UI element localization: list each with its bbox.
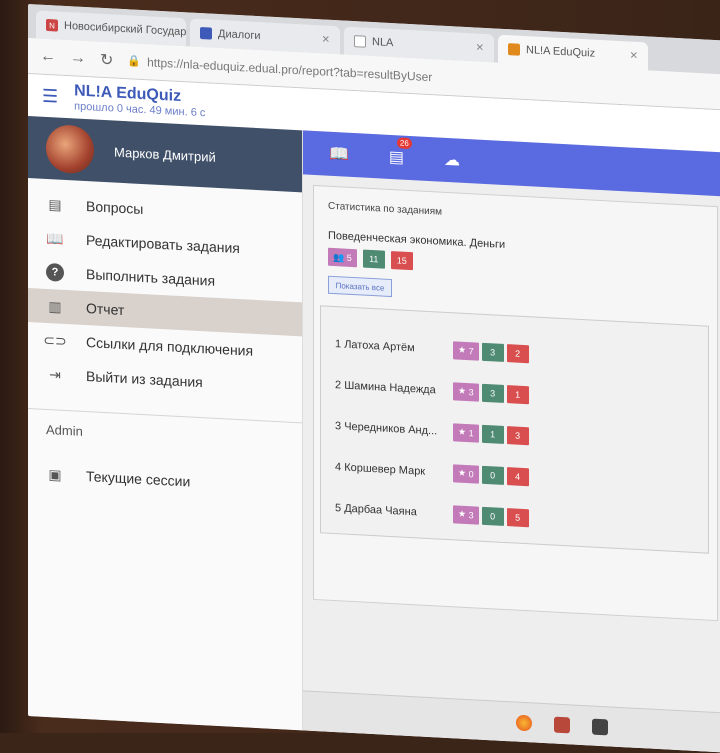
results-list: 1 Латоха Артём ★ 7 3 2 2 Шамина Надежда …	[320, 305, 709, 554]
report-card: Статистика по заданиям Поведенческая эко…	[313, 184, 718, 622]
bar-chart-icon: ▥	[48, 297, 62, 315]
sidebar-item-label: Выйти из задания	[86, 368, 203, 391]
wrong-chip: 2	[506, 343, 529, 363]
count-badge: 26	[396, 137, 412, 150]
user-name: Марков Дмитрий	[114, 144, 216, 165]
wrong-chip: 1	[506, 384, 529, 404]
wrong-chip: 15	[390, 251, 413, 271]
correct-chip: 0	[481, 506, 504, 526]
result-name: 5 Дарбаа Чаяна	[335, 501, 417, 518]
cloud-upload-icon[interactable]: ☁	[444, 150, 460, 171]
correct-chip: 11	[362, 249, 385, 269]
correct-chip: 0	[481, 465, 504, 485]
wrong-chip: 3	[506, 425, 529, 445]
monitor-frame: N Новосибирский Государ ✕ Диалоги ✕ NLA …	[0, 0, 720, 753]
brand: NL!A EduQuiz прошло 0 час. 49 мин. 6 с	[74, 82, 205, 119]
stars-chip: ★ 0	[453, 463, 479, 484]
show-all-button[interactable]: Показать все	[328, 275, 392, 298]
exit-icon: ⇥	[49, 365, 61, 383]
back-icon[interactable]: ←	[40, 47, 56, 66]
sidebar-item-label: Вопросы	[86, 198, 144, 218]
correct-chip: 1	[481, 424, 504, 444]
tab-results[interactable]: ▤ 26	[389, 137, 412, 168]
tab-label: NLA	[372, 36, 394, 50]
mail-icon[interactable]	[592, 718, 608, 735]
tab-label: Новосибирский Государ	[64, 19, 186, 39]
main-content: 📖 ▤ 26 ☁ Статистика по заданиям Поведенче…	[303, 130, 720, 753]
sidebar-item-label: Отчет	[86, 300, 125, 319]
participants-chip: 👥 5	[328, 247, 357, 268]
reload-icon[interactable]: ↻	[100, 49, 113, 70]
sessions-icon: ▣	[48, 465, 62, 483]
wrong-chip: 5	[506, 507, 529, 527]
close-icon[interactable]: ✕	[322, 34, 330, 45]
sidebar-menu: ▤ Вопросы 📖 Редактировать задания ? Выпо…	[28, 178, 302, 404]
document-icon	[354, 35, 366, 48]
book-reader-icon: 📖	[46, 229, 64, 247]
screen: N Новосибирский Государ ✕ Диалоги ✕ NLA …	[28, 4, 720, 753]
correct-chip: 3	[481, 383, 504, 403]
url-field[interactable]: 🔒 https://nla-eduquiz.edual.pro/report?t…	[127, 54, 432, 84]
url-text: https://nla-eduquiz.edual.pro/report?tab…	[147, 54, 433, 84]
lock-icon: 🔒	[127, 55, 142, 68]
admin-section-label: Admin	[46, 421, 83, 439]
book-reader-icon[interactable]: 📖	[329, 144, 349, 165]
firefox-icon[interactable]	[516, 714, 532, 731]
correct-chip: 3	[481, 342, 504, 362]
sidebar-item-label: Редактировать задания	[86, 232, 240, 257]
result-name: 3 Чередников Анд...	[335, 419, 438, 437]
avatar[interactable]	[46, 123, 94, 175]
wrong-chip: 4	[506, 466, 529, 486]
result-name: 1 Латоха Артём	[335, 337, 415, 354]
sidebar-item-label: Текущие сессии	[86, 468, 191, 490]
participants-count: 5	[346, 252, 352, 263]
link-icon: ⊂⊃	[43, 331, 67, 349]
sidebar: Марков Дмитрий ▤ Вопросы 📖 Редактировать…	[28, 116, 303, 731]
chat-icon	[200, 27, 212, 40]
stars-chip: ★ 7	[453, 340, 479, 361]
divider	[28, 408, 302, 424]
close-icon[interactable]: ✕	[630, 50, 638, 61]
close-icon[interactable]: ✕	[476, 42, 484, 53]
tab-label: NL!A EduQuiz	[526, 44, 596, 60]
result-name: 2 Шамина Надежда	[335, 378, 436, 396]
quiz-icon	[508, 43, 520, 56]
list-icon: ▤	[48, 195, 62, 213]
question-icon: ?	[46, 262, 64, 282]
app-icon[interactable]	[554, 716, 570, 733]
sidebar-item-label: Ссылки для подключения	[86, 334, 254, 359]
result-name: 4 Коршевер Марк	[335, 460, 426, 478]
menu-icon[interactable]: ☰	[42, 85, 58, 107]
tab-label: Диалоги	[218, 27, 261, 43]
stars-chip: ★ 1	[453, 422, 479, 443]
stars-chip: ★ 3	[453, 504, 479, 525]
sidebar-item-sessions[interactable]: ▣ Текущие сессии	[28, 456, 302, 504]
sidebar-item-label: Выполнить задания	[86, 266, 216, 289]
n-logo-icon: N	[46, 18, 58, 32]
forward-icon[interactable]: →	[70, 49, 86, 68]
stars-chip: ★ 3	[453, 381, 479, 402]
